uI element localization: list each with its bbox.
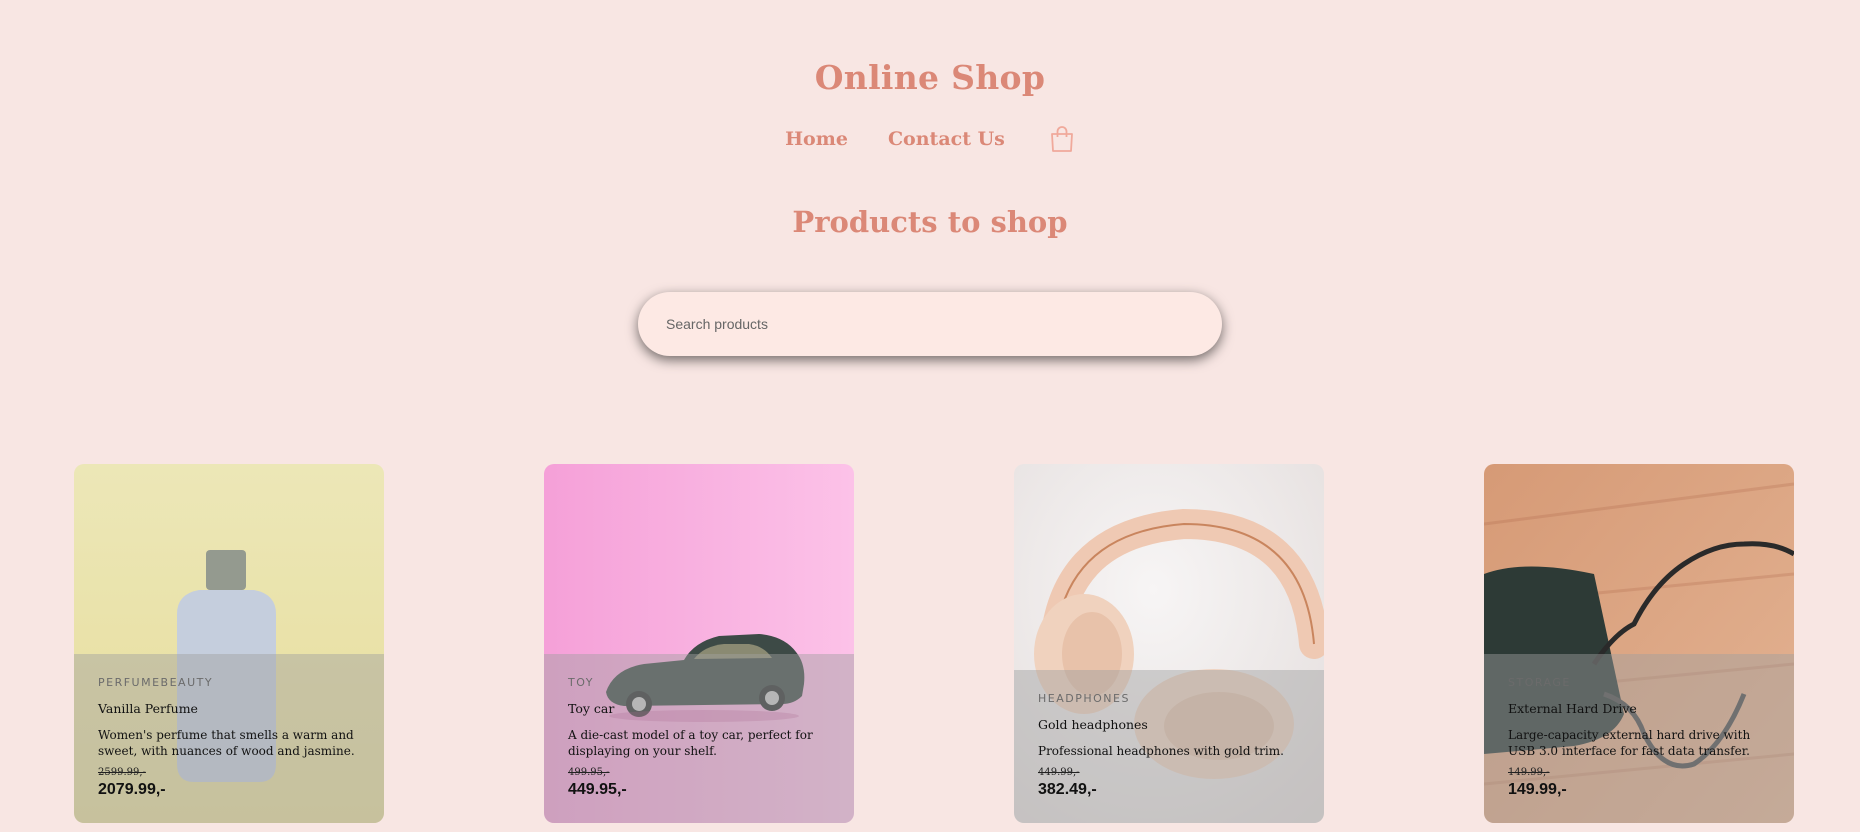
product-grid: PERFUMEBEAUTY Vanilla Perfume Women's pe… bbox=[74, 464, 1794, 823]
product-card[interactable]: PERFUMEBEAUTY Vanilla Perfume Women's pe… bbox=[74, 464, 384, 823]
product-old-price: 149.99,- bbox=[1508, 767, 1550, 778]
product-info: STORAGE External Hard Drive Large-capaci… bbox=[1484, 654, 1794, 823]
product-category: TOY bbox=[568, 676, 594, 689]
product-price: 449.95,- bbox=[568, 781, 627, 798]
product-description: Large-capacity external hard drive with … bbox=[1508, 728, 1751, 758]
product-description: Professional headphones with gold trim. bbox=[1038, 744, 1284, 758]
product-name: Vanilla Perfume bbox=[98, 701, 198, 716]
product-name: Gold headphones bbox=[1038, 717, 1148, 732]
product-price: 149.99,- bbox=[1508, 781, 1567, 798]
product-card[interactable]: STORAGE External Hard Drive Large-capaci… bbox=[1484, 464, 1794, 823]
site-title: Online Shop bbox=[814, 58, 1046, 97]
product-info: TOY Toy car A die-cast model of a toy ca… bbox=[544, 654, 854, 823]
product-category: PERFUMEBEAUTY bbox=[98, 676, 214, 689]
product-card[interactable]: TOY Toy car A die-cast model of a toy ca… bbox=[544, 464, 854, 823]
search-container bbox=[0, 292, 1860, 356]
product-info: PERFUMEBEAUTY Vanilla Perfume Women's pe… bbox=[74, 654, 384, 823]
product-category: HEADPHONES bbox=[1038, 692, 1130, 705]
product-info: HEADPHONES Gold headphones Professional … bbox=[1014, 670, 1324, 823]
search-input[interactable] bbox=[638, 292, 1222, 356]
section-title: Products to shop bbox=[792, 205, 1068, 239]
product-old-price: 2599.99,- bbox=[98, 767, 146, 778]
product-name: Toy car bbox=[568, 701, 615, 716]
site-header: Online Shop Home Contact Us bbox=[0, 0, 1860, 153]
product-old-price: 499.95,- bbox=[568, 767, 610, 778]
nav-home-link[interactable]: Home bbox=[785, 128, 848, 150]
product-price: 2079.99,- bbox=[98, 781, 166, 798]
nav-contact-link[interactable]: Contact Us bbox=[888, 128, 1005, 150]
product-old-price: 449.99,- bbox=[1038, 767, 1080, 778]
product-name: External Hard Drive bbox=[1508, 701, 1637, 716]
product-price: 382.49,- bbox=[1038, 781, 1097, 798]
shopping-bag-icon[interactable] bbox=[1049, 125, 1075, 153]
product-description: A die-cast model of a toy car, perfect f… bbox=[568, 728, 813, 758]
product-category: STORAGE bbox=[1508, 676, 1571, 689]
product-description: Women's perfume that smells a warm and s… bbox=[98, 728, 355, 758]
main-nav: Home Contact Us bbox=[0, 125, 1860, 153]
product-card[interactable]: HEADPHONES Gold headphones Professional … bbox=[1014, 464, 1324, 823]
